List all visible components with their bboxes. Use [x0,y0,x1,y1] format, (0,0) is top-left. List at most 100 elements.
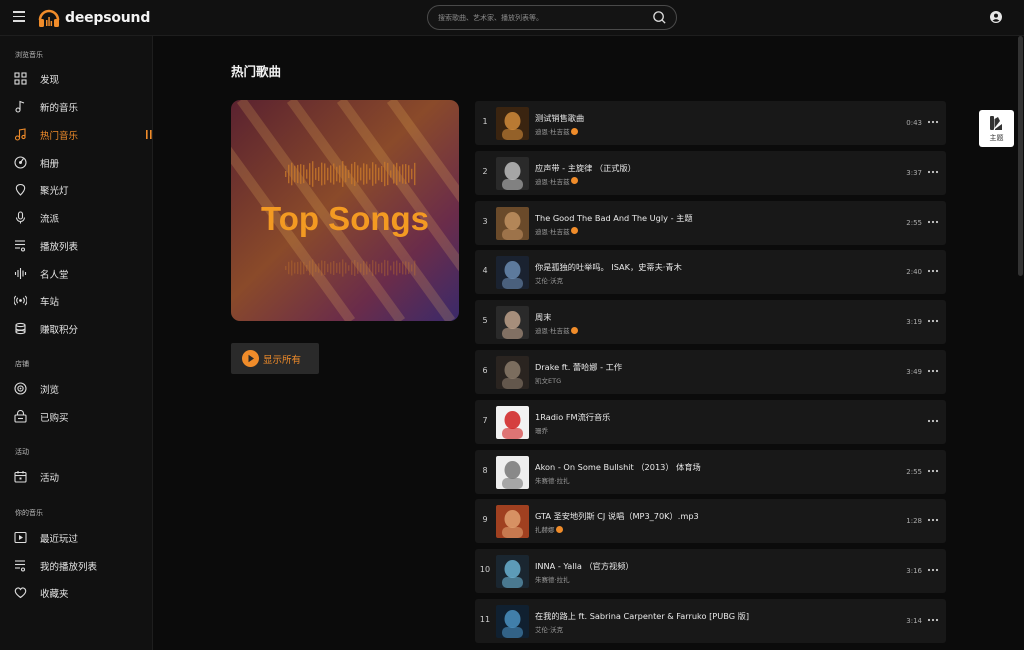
sidebar-item-stations[interactable]: 车站 [0,289,153,311]
cover-wave-bar [414,260,416,276]
track-artist[interactable]: 迪恩·杜吉兹 [535,176,578,186]
track-title[interactable]: INNA - Yalla （官方视频） [535,560,634,572]
track-row[interactable]: 7 1Radio FM流行音乐 珊乔 [475,399,946,444]
sidebar-item-hall-of-fame[interactable]: 名人堂 [0,262,153,284]
track-duration: 2:40 [906,268,922,277]
track-artist[interactable]: 艾伦·沃克 [535,275,563,285]
user-account-icon[interactable] [990,11,1002,23]
track-artist[interactable]: 朱赛德·拉扎 [535,475,570,485]
sidebar-item-top-music[interactable]: 热门音乐 [0,123,153,145]
more-options-icon[interactable] [927,266,939,276]
track-row[interactable]: 11 在我的路上 ft. Sabrina Carpenter & Farruko … [475,599,946,643]
track-row[interactable]: 10 INNA - Yalla （官方视频） 朱赛德·拉扎 3:16 [475,549,946,594]
track-thumbnail[interactable] [496,206,529,240]
track-row[interactable]: 8 Akon - On Some Bullshit （2013） 体育场 朱赛德·拉… [475,449,946,494]
sidebar-item-albums[interactable]: 相册 [0,151,153,173]
sidebar-item-browse[interactable]: 浏览 [0,377,153,399]
track-artist[interactable]: 迪恩·杜吉兹 [535,226,578,236]
menu-icon[interactable] [13,11,25,22]
more-options-icon[interactable] [927,117,939,127]
sidebar-item-label: 播放列表 [40,242,79,253]
more-options-icon[interactable] [927,316,939,326]
cover-wave-bar [357,262,359,274]
show-all-button[interactable]: 显示所有 [231,343,319,374]
sidebar-item-genres[interactable]: 流派 [0,206,153,228]
track-title[interactable]: 周末 [535,311,551,323]
cover-wave-bar [306,169,308,179]
sidebar-item-my-playlists[interactable]: 我的播放列表 [0,554,153,576]
sidebar-item-events[interactable]: 活动 [0,465,153,487]
track-title[interactable]: Drake ft. 蕾哈娜 - 工作 [535,361,622,373]
cover-wave-bar [321,260,323,276]
sidebar-item-purchased[interactable]: 已购买 [0,405,153,427]
track-title[interactable]: Akon - On Some Bullshit （2013） 体育场 [535,461,701,473]
track-title[interactable]: 你是孤独的吐举吗。 ISAK，史蒂夫·青木 [535,261,682,273]
more-options-icon[interactable] [927,217,939,227]
track-title[interactable]: 1Radio FM流行音乐 [535,411,610,423]
track-thumbnail[interactable] [496,505,529,539]
sidebar-item-recently-played[interactable]: 最近玩过 [0,526,153,548]
sidebar-item-favorites[interactable]: 收藏夹 [0,581,153,603]
search-input[interactable] [438,6,648,29]
track-artist-name: 艾伦·沃克 [535,626,564,634]
track-thumbnail[interactable] [496,107,529,140]
more-options-icon[interactable] [927,515,939,525]
track-title[interactable]: 应声带 - 主旋律 （正式版） [535,162,636,174]
more-options-icon[interactable] [927,366,939,376]
sidebar-item-playlists[interactable]: 播放列表 [0,234,153,256]
track-row[interactable]: 1 测试销售歌曲 迪恩·杜吉兹 0:43 [475,101,946,145]
theme-button[interactable]: 主题 [979,110,1014,147]
logo[interactable]: deepsound [37,6,150,30]
more-options-icon[interactable] [927,565,939,575]
track-row[interactable]: 3 The Good The Bad And The Ugly - 主题 迪恩·杜吉… [475,200,946,245]
track-artist[interactable]: 迪恩·杜吉兹 [535,325,578,335]
more-options-icon[interactable] [927,416,939,426]
track-row[interactable]: 2 应声带 - 主旋律 （正式版） 迪恩·杜吉兹 3:37 [475,150,946,195]
cover-wave-bar [354,260,356,276]
sidebar-item-new-music[interactable]: 新的音乐 [0,95,153,117]
coins-icon [15,322,26,335]
track-artist[interactable]: 艾伦·沃克 [535,624,563,634]
browse-icon [14,382,27,395]
track-thumbnail[interactable] [496,455,529,489]
cover-wave-bar [339,165,341,183]
more-options-icon[interactable] [927,615,939,625]
track-title[interactable]: 测试销售歌曲 [535,112,584,124]
track-row[interactable]: 9 GTA 圣安地列斯 CJ 说唱（MP3_70K）.mp3 扎赫娜 1:28 [475,499,946,544]
cover-wave-bar [342,161,344,187]
track-title[interactable]: GTA 圣安地列斯 CJ 说唱（MP3_70K）.mp3 [535,510,699,522]
track-thumbnail[interactable] [496,156,529,190]
track-thumbnail[interactable] [496,306,529,340]
track-artist-name: 凯文ETG [535,377,562,385]
track-artist[interactable]: 朱赛德·拉扎 [535,574,570,584]
track-row[interactable]: 5 周末 迪恩·杜吉兹 3:19 [475,300,946,345]
track-artist[interactable]: 迪恩·杜吉兹 [535,126,578,136]
track-row[interactable]: 4 你是孤独的吐举吗。 ISAK，史蒂夫·青木 艾伦·沃克 2:40 [475,250,946,295]
track-duration: 1:28 [906,517,922,526]
more-options-icon[interactable] [927,167,939,177]
track-title[interactable]: 在我的路上 ft. Sabrina Carpenter & Farruko [P… [535,610,749,622]
track-artist[interactable]: 凯文ETG [535,375,561,385]
track-thumbnail[interactable] [496,605,529,638]
track-thumbnail[interactable] [496,405,529,439]
cover-wave-bar [342,259,344,277]
track-thumbnail[interactable] [496,555,529,589]
search-icon[interactable] [652,10,667,25]
more-options-icon[interactable] [927,466,939,476]
track-artist[interactable]: 珊乔 [535,425,548,435]
sidebar-item-earn-points[interactable]: 赚取积分 [0,317,153,339]
scrollbar[interactable] [1018,36,1023,276]
track-row[interactable]: 6 Drake ft. 蕾哈娜 - 工作 凯文ETG 3:49 [475,350,946,394]
track-number: 6 [482,366,488,375]
cover-wave-bar [333,163,335,185]
track-thumbnail[interactable] [496,256,529,290]
track-thumbnail[interactable] [496,356,529,389]
track-duration: 3:16 [906,567,922,576]
track-title[interactable]: The Good The Bad And The Ugly - 主题 [535,212,693,224]
cover-wave-bar [363,260,365,276]
sidebar-item-discover[interactable]: 发现 [0,67,153,89]
track-artist-name: 迪恩·杜吉兹 [535,227,570,236]
track-artist[interactable]: 扎赫娜 [535,524,563,534]
track-artist-name: 迪恩·杜吉兹 [535,177,570,186]
sidebar-item-spotlight[interactable]: 聚光灯 [0,178,153,200]
